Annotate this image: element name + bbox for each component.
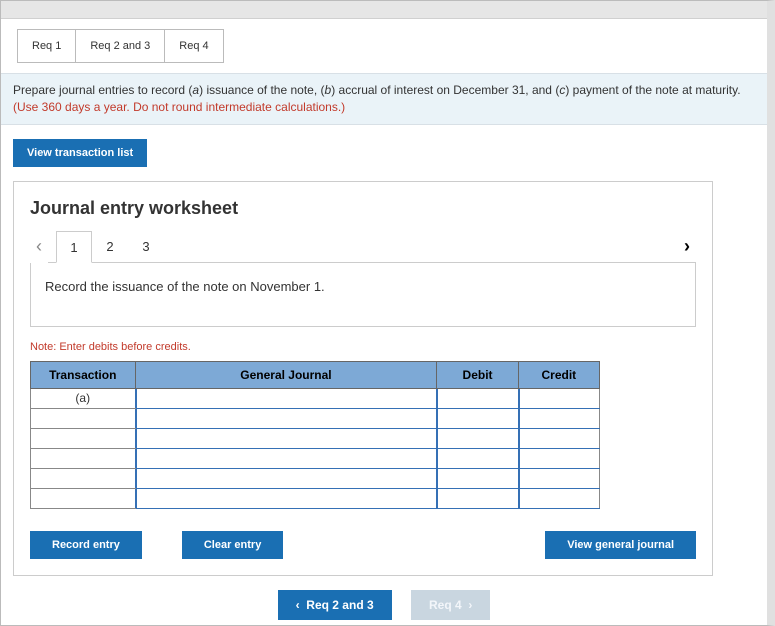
col-general-journal: General Journal: [135, 361, 437, 388]
table-row: [31, 488, 600, 508]
prev-req-button[interactable]: ‹ Req 2 and 3: [278, 590, 392, 620]
entry-tab-3[interactable]: 3: [128, 231, 164, 263]
transaction-cell: [31, 408, 136, 428]
transaction-cell: [31, 428, 136, 448]
top-gray-bar: [1, 1, 767, 19]
instr-seg3: ) accrual of interest on December 31, an…: [331, 83, 559, 97]
next-req-label: Req 4: [429, 598, 462, 612]
entry-nav: ‹ 1 2 3 ›: [30, 231, 696, 263]
table-row: [31, 428, 600, 448]
credit-cell[interactable]: [518, 488, 599, 508]
gj-cell[interactable]: [135, 488, 437, 508]
clear-entry-button[interactable]: Clear entry: [182, 531, 283, 559]
transaction-cell: [31, 488, 136, 508]
table-row: [31, 448, 600, 468]
debits-before-credits-note: Note: Enter debits before credits.: [30, 341, 696, 353]
nav-prev-icon[interactable]: ‹: [30, 236, 48, 257]
record-instruction: Record the issuance of the note on Novem…: [30, 263, 696, 327]
next-req-button: Req 4 ›: [411, 590, 490, 620]
req-tabs: Req 1 Req 2 and 3 Req 4: [1, 19, 767, 63]
table-row: [31, 408, 600, 428]
gj-cell[interactable]: [135, 388, 437, 408]
entry-tab-2[interactable]: 2: [92, 231, 128, 263]
req-tab-1[interactable]: Req 1: [17, 29, 76, 63]
credit-cell[interactable]: [518, 448, 599, 468]
chevron-left-icon: ‹: [296, 598, 300, 612]
view-general-journal-button[interactable]: View general journal: [545, 531, 696, 559]
view-transaction-list-button[interactable]: View transaction list: [13, 139, 147, 167]
gj-cell[interactable]: [135, 428, 437, 448]
credit-cell[interactable]: [518, 408, 599, 428]
debit-cell[interactable]: [437, 408, 518, 428]
instr-seg2: ) issuance of the note, (: [199, 83, 324, 97]
entry-tab-1[interactable]: 1: [56, 231, 92, 263]
debit-cell[interactable]: [437, 428, 518, 448]
gj-cell[interactable]: [135, 408, 437, 428]
bottom-nav: ‹ Req 2 and 3 Req 4 ›: [1, 590, 767, 620]
journal-worksheet: Journal entry worksheet ‹ 1 2 3 › Record…: [13, 181, 713, 576]
col-transaction: Transaction: [31, 361, 136, 388]
transaction-cell: [31, 468, 136, 488]
record-entry-button[interactable]: Record entry: [30, 531, 142, 559]
credit-cell[interactable]: [518, 428, 599, 448]
instr-red: (Use 360 days a year. Do not round inter…: [13, 100, 345, 114]
instruction-text: Prepare journal entries to record (a) is…: [1, 73, 767, 125]
debit-cell[interactable]: [437, 388, 518, 408]
instr-seg4: ) payment of the note at maturity.: [565, 83, 740, 97]
req-tab-2-3[interactable]: Req 2 and 3: [75, 29, 165, 63]
debit-cell[interactable]: [437, 468, 518, 488]
credit-cell[interactable]: [518, 468, 599, 488]
journal-table: Transaction General Journal Debit Credit…: [30, 361, 600, 509]
debit-cell[interactable]: [437, 488, 518, 508]
transaction-cell: (a): [31, 388, 136, 408]
nav-next-icon[interactable]: ›: [678, 236, 696, 257]
req-tab-4[interactable]: Req 4: [164, 29, 223, 63]
instr-seg1: Prepare journal entries to record (: [13, 83, 192, 97]
gj-cell[interactable]: [135, 448, 437, 468]
chevron-right-icon: ›: [468, 598, 472, 612]
button-row: Record entry Clear entry View general jo…: [30, 531, 696, 559]
col-credit: Credit: [518, 361, 599, 388]
transaction-cell: [31, 448, 136, 468]
table-row: (a): [31, 388, 600, 408]
table-row: [31, 468, 600, 488]
worksheet-title: Journal entry worksheet: [30, 198, 696, 219]
prev-req-label: Req 2 and 3: [306, 598, 373, 612]
debit-cell[interactable]: [437, 448, 518, 468]
credit-cell[interactable]: [518, 388, 599, 408]
col-debit: Debit: [437, 361, 518, 388]
gj-cell[interactable]: [135, 468, 437, 488]
